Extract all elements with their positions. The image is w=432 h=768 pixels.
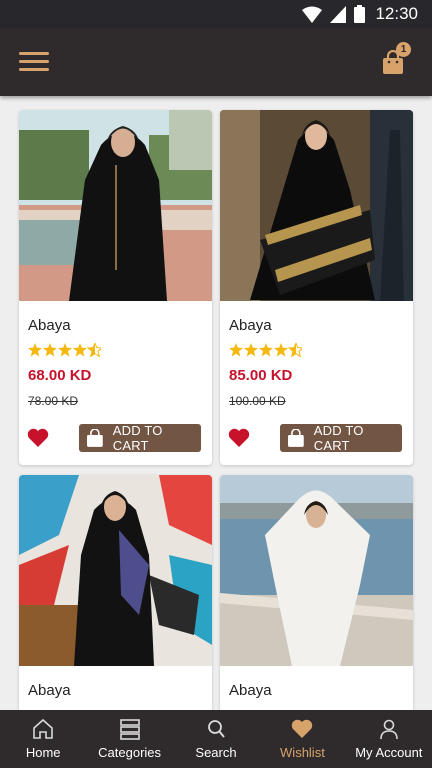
product-card[interactable]: Abaya — [19, 475, 212, 710]
battery-icon — [354, 5, 366, 23]
search-icon — [208, 720, 225, 738]
status-time: 12:30 — [375, 4, 418, 23]
nav-categories-label: Categories — [98, 745, 162, 760]
product-card[interactable]: Abaya 68.00 KD 78.00 KD ADD TO CART — [19, 110, 212, 465]
wishlist-heart-icon[interactable] — [228, 428, 250, 448]
add-to-cart-label: ADD TO CART — [313, 423, 364, 453]
bottom-nav: Home Categories Search Wishlist My Accou… — [0, 710, 432, 768]
nav-categories[interactable]: Categories — [86, 710, 172, 768]
nav-home-label: Home — [25, 745, 61, 760]
product-image[interactable] — [19, 110, 212, 301]
product-name[interactable]: Abaya — [229, 682, 272, 699]
nav-search[interactable]: Search — [173, 710, 259, 768]
app-bar: 1 — [0, 28, 432, 96]
product-card[interactable]: Abaya 85.00 KD 100.00 KD ADD TO CART — [220, 110, 413, 465]
add-to-cart-label: ADD TO CART — [112, 423, 163, 453]
nav-wishlist[interactable]: Wishlist — [259, 710, 345, 768]
bag-icon — [87, 429, 103, 447]
product-image[interactable] — [220, 475, 413, 666]
nav-home[interactable]: Home — [0, 710, 86, 768]
categories-icon — [119, 719, 140, 740]
heart-icon — [292, 719, 313, 738]
product-old-price: 78.00 KD — [28, 394, 79, 408]
wifi-icon — [302, 6, 323, 23]
product-old-price: 100.00 KD — [229, 394, 286, 408]
nav-wishlist-label: Wishlist — [280, 745, 325, 760]
product-name[interactable]: Abaya — [28, 682, 71, 699]
product-price: 68.00 KD — [28, 367, 92, 384]
add-to-cart-button[interactable]: ADD TO CART — [280, 423, 402, 453]
product-image[interactable] — [19, 475, 212, 666]
product-price: 85.00 KD — [229, 367, 293, 384]
product-card[interactable]: Abaya — [220, 475, 413, 710]
add-to-cart-button[interactable]: ADD TO CART — [79, 423, 201, 453]
product-name[interactable]: Abaya — [28, 317, 71, 334]
wishlist-heart-icon[interactable] — [27, 428, 49, 448]
product-name[interactable]: Abaya — [229, 317, 272, 334]
user-icon — [380, 719, 398, 740]
rating-stars — [229, 343, 302, 357]
product-image[interactable] — [220, 110, 413, 301]
signal-icon — [330, 5, 347, 23]
rating-stars — [28, 343, 101, 357]
bag-icon — [288, 429, 304, 447]
cart-button[interactable]: 1 — [382, 42, 411, 74]
home-icon — [33, 718, 54, 739]
cart-count-badge: 1 — [396, 42, 411, 57]
menu-icon[interactable] — [19, 51, 49, 73]
nav-my-account[interactable]: My Account — [346, 710, 432, 768]
nav-search-label: Search — [195, 745, 237, 760]
nav-my-account-label: My Account — [355, 745, 423, 760]
product-grid: Abaya 68.00 KD 78.00 KD ADD TO CART Abay… — [0, 96, 432, 710]
status-bar: 12:30 — [0, 0, 432, 28]
